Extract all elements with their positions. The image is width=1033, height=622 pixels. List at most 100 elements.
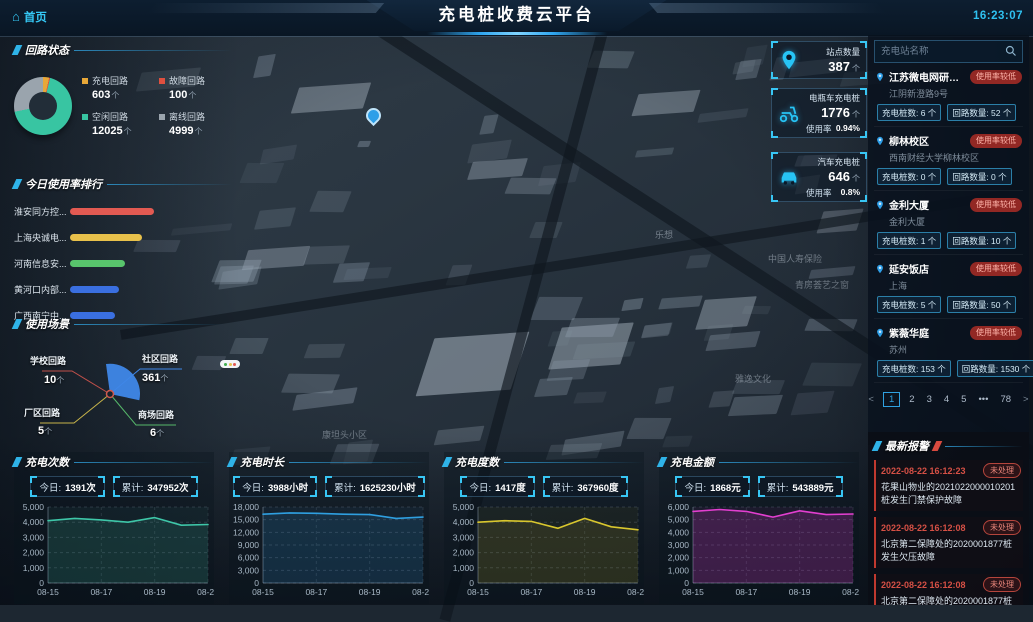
stat-card-stations: 站点数量 387个	[771, 41, 867, 79]
svg-text:3,000: 3,000	[23, 532, 45, 542]
charge-hours-line-chart: 03,0006,0009,00012,00015,00018,00008-150…	[229, 499, 429, 611]
station-list-item[interactable]: 金利大厦 使用率较低 金利大厦 充电桩数: 1 个 回路数量: 10 个	[874, 191, 1023, 255]
svg-text:12,000: 12,000	[233, 527, 259, 537]
scene-value: 5个	[38, 425, 52, 437]
page-next-button[interactable]: >	[1020, 393, 1032, 406]
charge-hours-panel: 充电时长 今日:3988小时 累计:1625230小时 03,0006,0009…	[229, 452, 429, 604]
station-pin-icon	[875, 136, 885, 146]
svg-text:1,000: 1,000	[23, 563, 45, 573]
system-clock: 16:23:07	[973, 10, 1023, 22]
today-stat-chip: 今日:1417度	[460, 476, 534, 497]
map-place-label: 青房荟艺之窗	[795, 278, 849, 291]
svg-text:08-21: 08-21	[842, 587, 859, 597]
svg-text:6,000: 6,000	[238, 553, 260, 563]
total-stat-chip: 累计:347952次	[113, 476, 198, 497]
pile-count-tag: 充电桩数: 1 个	[877, 232, 941, 249]
car-icon	[778, 166, 800, 188]
alarm-text: 北京第二保障处的2020001877桩发生欠压停止充电故障	[881, 595, 1021, 605]
stat-card-scooter-piles: 电瓶车充电桩 1776个 使用率0.94%	[771, 88, 867, 138]
station-list-item[interactable]: 柳林校区 使用率较低 西南财经大学柳林校区 充电桩数: 0 个 回路数量: 0 …	[874, 127, 1023, 191]
ranking-panel-title: 今日使用率排行	[25, 176, 102, 192]
svg-text:08-21: 08-21	[627, 587, 644, 597]
charge-kwh-panel: 充电度数 今日:1417度 累计:367960度 01,0002,0003,00…	[444, 452, 644, 604]
stat-label: 站点数量	[806, 46, 860, 58]
alarm-item[interactable]: 2022-08-22 16:12:08 未处理 北京第二保障处的20200018…	[874, 574, 1023, 605]
search-icon[interactable]	[1005, 45, 1017, 57]
page-button[interactable]: 5	[958, 393, 969, 406]
alarm-item[interactable]: 2022-08-22 16:12:23 未处理 花果山物业的2021022000…	[874, 460, 1023, 511]
panel-title-slash-icon	[872, 441, 883, 451]
page-ellipsis: •••	[975, 393, 991, 406]
home-button[interactable]: ⌂首页	[12, 9, 47, 25]
unhandled-badge: 未处理	[983, 577, 1021, 592]
panel-title-slash-icon	[12, 45, 23, 55]
station-list-item[interactable]: 延安饭店 使用率较低 上海 充电桩数: 5 个 回路数量: 50 个	[874, 255, 1023, 319]
page-title: 充电桩收费云平台	[367, 0, 667, 31]
panel-title-red-slash-icon	[932, 441, 943, 451]
svg-text:08-19: 08-19	[144, 587, 166, 597]
loop-count-tag: 回路数量: 0 个	[947, 168, 1011, 185]
station-pin-icon	[875, 264, 885, 274]
stat-usage-rate: 使用率0.94%	[806, 123, 860, 135]
svg-text:08-15: 08-15	[682, 587, 704, 597]
alarm-item[interactable]: 2022-08-22 16:12:08 未处理 北京第二保障处的20200018…	[874, 517, 1023, 568]
pagination: < 1 2 3 4 5 ••• 78 >	[874, 392, 1023, 407]
panel-title-line	[945, 446, 1023, 447]
station-name: 江苏微电网研究院测试	[889, 69, 966, 84]
station-list-item[interactable]: 紫薇华庭 使用率较低 苏州 充电桩数: 153 个 回路数量: 1530 个	[874, 319, 1023, 383]
circuit-status-panel: 回路状态 充电回路 603个 故障回路 100个 空闲回路 12025个 离线回…	[14, 42, 232, 137]
alarm-panel-title: 最新报警	[885, 438, 929, 454]
loop-count-tag: 回路数量: 1530 个	[957, 360, 1033, 377]
alarm-text: 北京第二保障处的2020001877桩发生欠压故障	[881, 538, 1021, 563]
location-pin-icon	[778, 49, 800, 71]
station-search-input[interactable]	[875, 41, 1022, 62]
page-button[interactable]: 78	[997, 393, 1014, 406]
svg-text:08-17: 08-17	[305, 587, 327, 597]
page-button[interactable]: 4	[941, 393, 952, 406]
charge-amount-line-chart: 01,0002,0003,0004,0005,0006,00008-1508-1…	[659, 499, 859, 611]
station-name: 紫薇华庭	[889, 325, 966, 340]
page-button[interactable]: 2	[906, 393, 917, 406]
station-pin-icon	[875, 72, 885, 82]
svg-text:4,000: 4,000	[453, 517, 475, 527]
legend-swatch	[82, 78, 88, 84]
ranking-row: 淮安同方控...	[14, 205, 232, 218]
station-list-item[interactable]: 江苏微电网研究院测试 使用率较低 江阴新澄路9号 充电桩数: 6 个 回路数量:…	[874, 63, 1023, 127]
alarm-time: 2022-08-22 16:12:08	[881, 580, 966, 590]
map-place-label: 雅逸文化	[735, 372, 771, 385]
panel-title-slash-icon	[657, 457, 668, 467]
ranking-bar	[70, 234, 142, 241]
svg-text:6,000: 6,000	[668, 502, 690, 512]
svg-text:2,000: 2,000	[23, 548, 45, 558]
station-search	[874, 40, 1023, 63]
panel-title-line	[74, 50, 232, 51]
svg-text:08-21: 08-21	[197, 587, 214, 597]
svg-text:08-19: 08-19	[359, 587, 381, 597]
low-usage-badge: 使用率较低	[970, 198, 1022, 212]
svg-text:08-21: 08-21	[412, 587, 429, 597]
svg-text:9,000: 9,000	[238, 540, 260, 550]
pile-count-tag: 充电桩数: 153 个	[877, 360, 951, 377]
legend-item: 故障回路 100个	[159, 74, 232, 101]
total-stat-chip: 累计:1625230小时	[325, 476, 425, 497]
alarm-text: 花果山物业的2021022000010201桩发生门禁保护故障	[881, 481, 1021, 506]
usage-scene-panel: 使用场景 学校回路 10个 社区回路 361个 厂区回路 5个 商场回路 6个	[14, 316, 224, 436]
panel-title-slash-icon	[12, 179, 23, 189]
stat-usage-rate: 使用率0.8%	[806, 187, 860, 199]
svg-text:08-17: 08-17	[90, 587, 112, 597]
station-name: 延安饭店	[889, 261, 966, 276]
home-icon: ⌂	[12, 9, 20, 24]
station-list-panel: 江苏微电网研究院测试 使用率较低 江阴新澄路9号 充电桩数: 6 个 回路数量:…	[868, 35, 1029, 445]
scene-panel-title: 使用场景	[25, 316, 69, 332]
low-usage-badge: 使用率较低	[970, 326, 1022, 340]
page-prev-button[interactable]: <	[865, 393, 877, 406]
map-place-label: 乐想	[655, 228, 673, 241]
page-button-current[interactable]: 1	[883, 392, 900, 407]
ranking-row: 黄河口内部...	[14, 283, 232, 296]
svg-text:18,000: 18,000	[233, 502, 259, 512]
svg-text:15,000: 15,000	[233, 515, 259, 525]
charge-count-panel: 充电次数 今日:1391次 累计:347952次 01,0002,0003,00…	[14, 452, 214, 604]
page-button[interactable]: 3	[924, 393, 935, 406]
ranking-row: 河南信息安...	[14, 257, 232, 270]
scene-label: 商场回路	[138, 408, 174, 421]
